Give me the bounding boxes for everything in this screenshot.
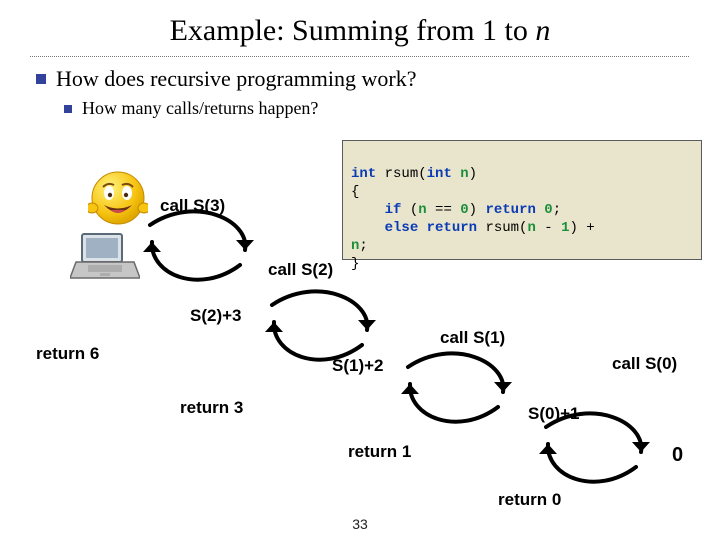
code-text: == — [427, 202, 461, 218]
label-s2p3: S(2)+3 — [190, 306, 242, 326]
kw-if: if — [385, 202, 402, 218]
slide: Example: Summing from 1 to n How does re… — [0, 0, 720, 540]
code-text — [452, 166, 460, 182]
code-num: 0 — [544, 202, 552, 218]
code-text: rsum( — [477, 220, 527, 236]
title-text: Example: Summing from 1 to — [170, 14, 536, 47]
code-text: rsum( — [376, 166, 426, 182]
code-text — [351, 202, 385, 218]
bullet-level-2: How many calls/returns happen? — [64, 98, 318, 119]
label-return-1: return 1 — [348, 442, 411, 462]
code-brace: { — [351, 184, 359, 200]
code-text: ( — [401, 202, 418, 218]
bullet1-text: How does recursive programming work? — [56, 66, 416, 91]
label-call-s3: call S(3) — [160, 196, 225, 216]
title-em: n — [535, 14, 550, 47]
kw-int: int — [427, 166, 452, 182]
label-return-6: return 6 — [36, 344, 99, 364]
code-text — [351, 220, 385, 236]
page-number: 33 — [0, 516, 720, 532]
code-text — [418, 220, 426, 236]
bullet-square-icon — [64, 105, 72, 113]
label-s1p2: S(1)+2 — [332, 356, 384, 376]
code-num: 1 — [561, 220, 569, 236]
code-brace: } — [351, 256, 359, 272]
code-text: ; — [359, 238, 367, 254]
code-text: ) — [469, 202, 486, 218]
kw-return: return — [485, 202, 535, 218]
label-s0p1: S(0)+1 — [528, 404, 580, 424]
code-var: n — [527, 220, 535, 236]
bullet2-text: How many calls/returns happen? — [82, 98, 318, 118]
recursion-arc-2 — [262, 290, 382, 360]
kw-return: return — [427, 220, 477, 236]
label-call-s1: call S(1) — [440, 328, 505, 348]
code-text: ) + — [570, 220, 604, 236]
code-param: n — [460, 166, 468, 182]
kw-int: int — [351, 166, 376, 182]
label-call-s2: call S(2) — [268, 260, 333, 280]
label-call-s0: call S(0) — [612, 354, 677, 374]
laptop-icon — [70, 232, 140, 282]
code-num: 0 — [460, 202, 468, 218]
title-underline — [30, 56, 690, 57]
label-zero: 0 — [672, 444, 683, 467]
slide-title: Example: Summing from 1 to n — [0, 14, 720, 48]
code-var: n — [418, 202, 426, 218]
bullet-square-icon — [36, 74, 46, 84]
code-snippet: int rsum(int n) { if (n == 0) return 0; … — [342, 140, 702, 260]
label-return-0: return 0 — [498, 490, 561, 510]
recursion-arc-3 — [398, 352, 518, 422]
code-text: ) — [469, 166, 477, 182]
bullet-level-1: How does recursive programming work? — [36, 66, 416, 92]
kw-else: else — [385, 220, 419, 236]
recursion-arc-1 — [140, 210, 260, 280]
code-text: - — [536, 220, 561, 236]
label-return-3: return 3 — [180, 398, 243, 418]
smiley-icon — [88, 168, 148, 228]
code-text: ; — [553, 202, 561, 218]
